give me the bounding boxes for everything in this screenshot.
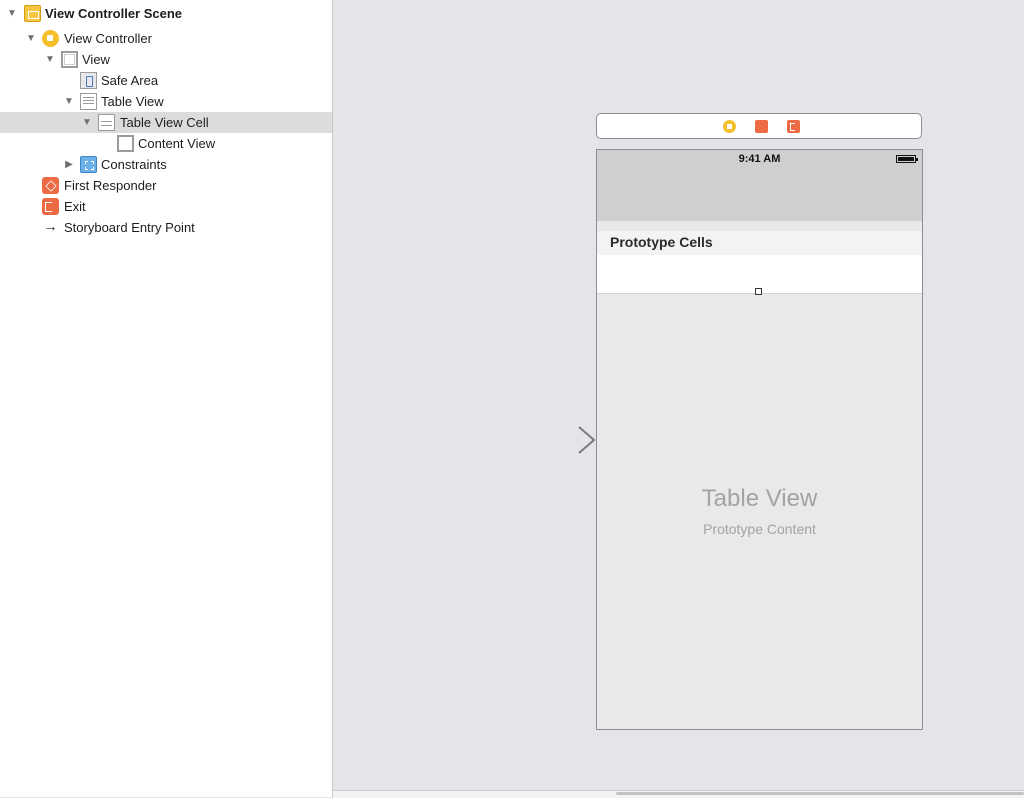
- document-outline: ▼ View Controller Scene ▼ View Controlle…: [0, 0, 333, 797]
- disclosure-triangle-icon[interactable]: ▼: [24, 28, 38, 49]
- view-controller-icon: [42, 30, 59, 47]
- outline-item-label: Table View: [101, 94, 164, 109]
- first-responder-icon: [42, 177, 59, 194]
- view-controller-icon[interactable]: [723, 120, 736, 133]
- view-icon: [61, 51, 78, 68]
- outline-item-view-controller-scene[interactable]: ▼ View Controller Scene: [0, 3, 332, 24]
- outline-item-content-view[interactable]: Content View: [0, 133, 332, 154]
- disclosure-triangle-icon[interactable]: ▼: [43, 49, 57, 70]
- outline-item-label: View Controller: [64, 31, 152, 46]
- outline-item-safe-area[interactable]: Safe Area: [0, 70, 332, 91]
- table-view-placeholder-subtitle: Prototype Content: [703, 521, 816, 537]
- outline-item-label: Constraints: [101, 157, 167, 172]
- outline-item-label: Content View: [138, 136, 216, 151]
- outline-item-constraints[interactable]: ▶ Constraints: [0, 154, 332, 175]
- outline-item-table-view[interactable]: ▼ Table View: [0, 91, 332, 112]
- disclosure-triangle-icon[interactable]: ▼: [5, 3, 19, 24]
- outline-item-label: Exit: [64, 199, 86, 214]
- horizontal-scrollbar[interactable]: [616, 792, 1024, 795]
- outline-item-label: Safe Area: [101, 73, 159, 88]
- disclosure-triangle-icon[interactable]: ▼: [80, 112, 94, 133]
- scene-dock: [596, 113, 922, 139]
- outline-item-exit[interactable]: Exit: [0, 196, 332, 217]
- content-view-icon: [117, 135, 134, 152]
- outline-item-view-controller[interactable]: ▼ View Controller: [0, 28, 332, 49]
- disclosure-triangle-icon[interactable]: ▼: [62, 91, 76, 112]
- table-view-placeholder-title: Table View: [701, 485, 818, 512]
- outline-item-label: Storyboard Entry Point: [64, 220, 195, 235]
- disclosure-triangle-icon[interactable]: ▶: [62, 154, 76, 175]
- outline-item-table-view-cell[interactable]: ▼ Table View Cell: [0, 112, 332, 133]
- view-controller-frame[interactable]: 9:41 AM Prototype Cells Table View Proto…: [596, 149, 923, 730]
- outline-item-label: View Controller Scene: [45, 6, 183, 21]
- prototype-cells-header: Prototype Cells: [597, 231, 922, 255]
- outline-item-label: Table View Cell: [120, 115, 209, 130]
- table-view-icon: [80, 93, 97, 110]
- status-bar: 9:41 AM: [597, 150, 922, 221]
- arrow-right-icon: →: [43, 218, 58, 234]
- outline-item-storyboard-entry-point[interactable]: → Storyboard Entry Point: [0, 217, 332, 238]
- status-time: 9:41 AM: [738, 153, 781, 165]
- storyboard-entry-arrow[interactable]: [510, 424, 598, 456]
- scene-icon: [24, 5, 41, 22]
- outline-item-first-responder[interactable]: First Responder: [0, 175, 332, 196]
- exit-icon: [42, 198, 59, 215]
- prototype-cells-label: Prototype Cells: [610, 234, 713, 250]
- outline-item-label: First Responder: [64, 178, 157, 193]
- outline-item-view[interactable]: ▼ View: [0, 49, 332, 70]
- resize-handle[interactable]: [755, 288, 762, 295]
- exit-icon[interactable]: [787, 120, 800, 133]
- table-view-cell-icon: [98, 114, 115, 131]
- battery-icon: [896, 155, 918, 163]
- constraints-icon: [80, 156, 97, 173]
- outline-item-label: View: [82, 52, 110, 67]
- first-responder-icon[interactable]: [755, 120, 768, 133]
- safe-area-icon: [80, 72, 97, 89]
